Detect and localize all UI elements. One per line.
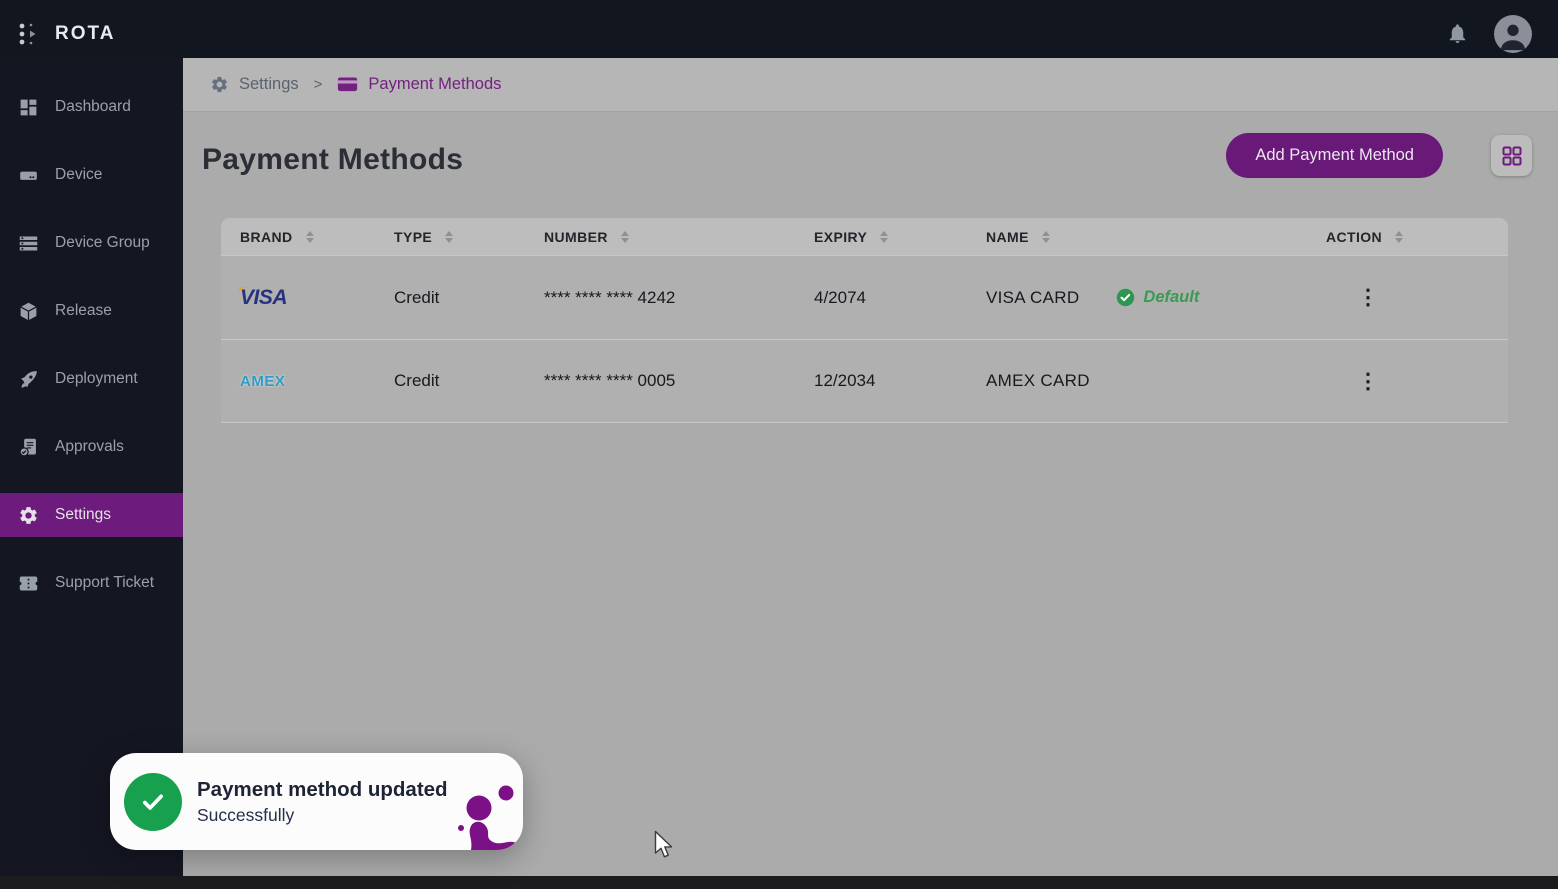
grid-icon [1500, 144, 1524, 168]
breadcrumb: Settings > Payment Methods [210, 75, 501, 94]
sidebar-item-dashboard[interactable]: Dashboard [0, 85, 183, 129]
toast-title: Payment method updated [197, 778, 448, 802]
kebab-menu-icon[interactable]: ⋮ [1354, 366, 1382, 396]
column-header-action[interactable]: ACTION [1326, 229, 1508, 245]
type-cell: Credit [394, 371, 544, 391]
sidebar-item-label: Release [55, 302, 112, 320]
table-row-visa: VISA Credit **** **** **** 4242 4/2074 V… [221, 255, 1508, 339]
approvals-icon [18, 437, 39, 458]
mouse-cursor [654, 830, 676, 860]
default-badge: Default [1116, 288, 1199, 307]
column-header-brand[interactable]: BRAND [221, 229, 394, 245]
gear-icon [210, 75, 229, 94]
breadcrumb-bar: ‹ Settings > Payment Methods [183, 58, 1558, 112]
action-cell: ⋮ [1326, 366, 1508, 396]
toast-text: Payment method updated Successfully [197, 778, 448, 826]
number-cell: **** **** **** 0005 [544, 371, 814, 391]
sort-icon [1395, 231, 1403, 243]
brand: ROTA [16, 19, 115, 49]
sidebar-item-label: Dashboard [55, 98, 131, 116]
number-cell: **** **** **** 4242 [544, 288, 814, 308]
gear-icon [18, 505, 39, 526]
column-header-type[interactable]: TYPE [394, 229, 544, 245]
kebab-menu-icon[interactable]: ⋮ [1354, 283, 1382, 313]
table-header-row: BRAND TYPE NUMBER EXPIRY NAME ACTION [221, 218, 1508, 255]
window-bottom-strip [0, 876, 1558, 889]
table-row-amex: AMEX Credit **** **** **** 0005 12/2034 … [221, 339, 1508, 423]
type-cell: Credit [394, 288, 544, 308]
sort-icon [306, 231, 314, 243]
splash-decoration [443, 778, 523, 850]
name-cell: AMEX CARD [986, 371, 1326, 391]
breadcrumb-payment-methods[interactable]: Payment Methods [368, 75, 501, 94]
sidebar-item-label: Settings [55, 506, 111, 524]
app-title: ROTA [55, 23, 115, 45]
sidebar-item-label: Device [55, 166, 102, 184]
page-title: Payment Methods [202, 143, 463, 177]
name-cell: VISA CARD Default [986, 288, 1326, 308]
sidebar-item-device[interactable]: Device [0, 153, 183, 197]
brand-cell: VISA [221, 286, 394, 310]
sidebar-item-label: Support Ticket [55, 574, 154, 592]
device-group-icon [18, 233, 39, 254]
breadcrumb-settings-link[interactable]: Settings [239, 75, 299, 94]
sort-icon [445, 231, 453, 243]
bell-icon[interactable] [1446, 22, 1470, 46]
release-icon [18, 301, 39, 322]
sidebar-item-device-group[interactable]: Device Group [0, 221, 183, 265]
column-header-number[interactable]: NUMBER [544, 229, 814, 245]
credit-card-icon [337, 76, 358, 93]
page-header: Payment Methods Add Payment Method [183, 112, 1558, 208]
visa-logo: VISA [240, 286, 287, 310]
column-header-expiry[interactable]: EXPIRY [814, 229, 986, 245]
sidebar-item-release[interactable]: Release [0, 289, 183, 333]
sidebar-item-settings[interactable]: Settings [0, 493, 183, 537]
sidebar-item-label: Device Group [55, 234, 150, 252]
sort-icon [880, 231, 888, 243]
check-circle-icon [124, 773, 182, 831]
dashboard-icon [18, 97, 39, 118]
toast-subtitle: Successfully [197, 805, 448, 826]
brand-cell: AMEX [221, 371, 394, 391]
top-bar: ROTA [0, 0, 1558, 58]
check-circle-icon [1116, 288, 1135, 307]
sidebar-item-approvals[interactable]: Approvals [0, 425, 183, 469]
ticket-icon [18, 573, 39, 594]
avatar[interactable] [1494, 15, 1532, 53]
rocket-icon [18, 369, 39, 390]
device-icon [18, 165, 39, 186]
breadcrumb-separator: > [314, 76, 323, 93]
sidebar-item-support-ticket[interactable]: Support Ticket [0, 561, 183, 605]
sort-icon [1042, 231, 1050, 243]
amex-logo: AMEX [240, 373, 285, 390]
expiry-cell: 12/2034 [814, 371, 986, 391]
grid-view-button[interactable] [1491, 135, 1532, 176]
sidebar-item-label: Deployment [55, 370, 138, 388]
rota-logo-icon[interactable] [16, 19, 42, 49]
expiry-cell: 4/2074 [814, 288, 986, 308]
sort-icon [621, 231, 629, 243]
sidebar-item-deployment[interactable]: Deployment [0, 357, 183, 401]
column-header-name[interactable]: NAME [986, 229, 1326, 245]
sidebar-item-label: Approvals [55, 438, 124, 456]
payment-methods-table: BRAND TYPE NUMBER EXPIRY NAME ACTION [221, 218, 1508, 423]
toast-notification: Payment method updated Successfully [110, 753, 523, 850]
action-cell: ⋮ [1326, 283, 1508, 313]
add-payment-method-button[interactable]: Add Payment Method [1226, 133, 1443, 178]
